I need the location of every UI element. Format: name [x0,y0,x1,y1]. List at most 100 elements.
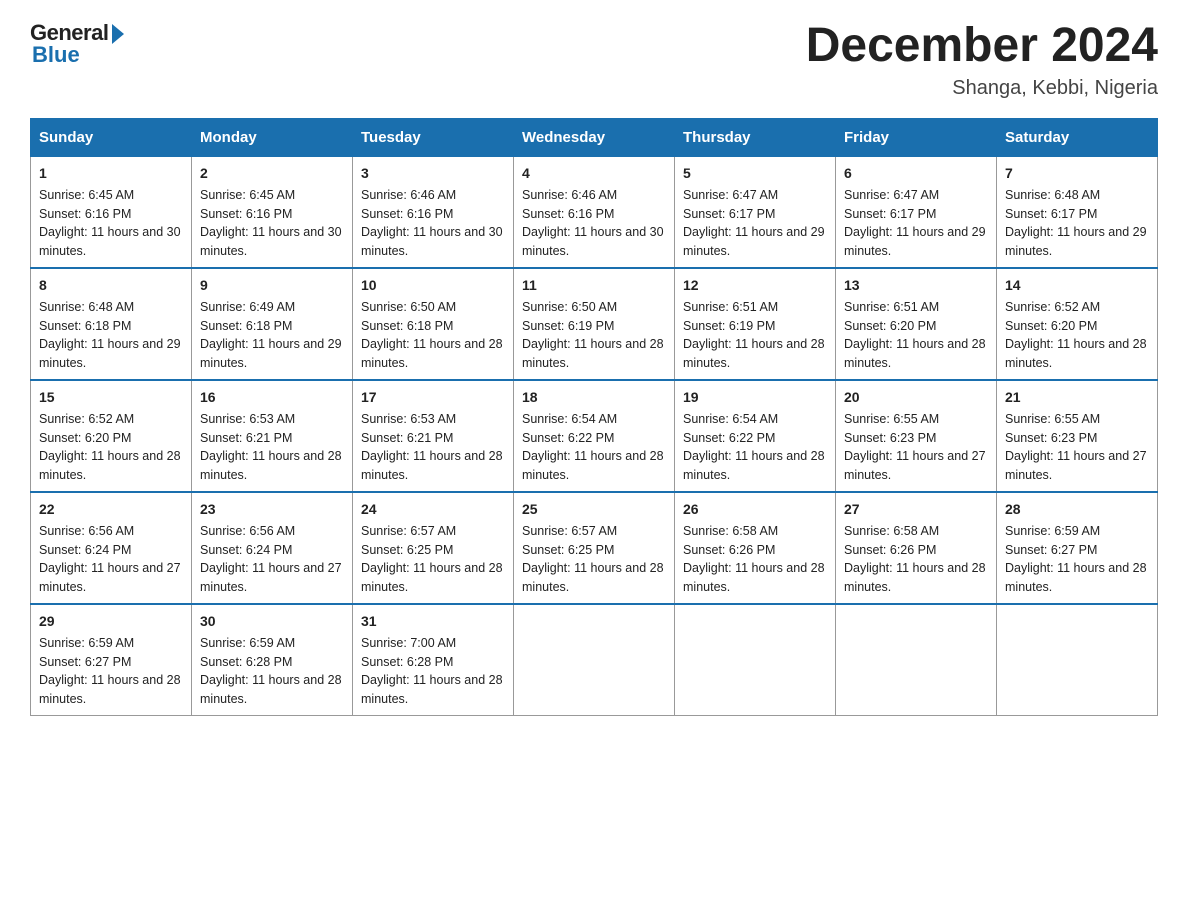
day-cell: 13 Sunrise: 6:51 AMSunset: 6:20 PMDaylig… [836,268,997,380]
day-info: Sunrise: 6:57 AMSunset: 6:25 PMDaylight:… [522,522,666,597]
day-info: Sunrise: 6:53 AMSunset: 6:21 PMDaylight:… [200,410,344,485]
day-info: Sunrise: 6:52 AMSunset: 6:20 PMDaylight:… [39,410,183,485]
day-cell: 7 Sunrise: 6:48 AMSunset: 6:17 PMDayligh… [997,156,1158,268]
logo-blue-text: Blue [32,42,80,68]
day-number: 24 [361,499,505,520]
weekday-header-monday: Monday [192,118,353,156]
week-row-2: 8 Sunrise: 6:48 AMSunset: 6:18 PMDayligh… [31,268,1158,380]
day-number: 16 [200,387,344,408]
day-cell: 18 Sunrise: 6:54 AMSunset: 6:22 PMDaylig… [514,380,675,492]
day-number: 7 [1005,163,1149,184]
day-cell [514,604,675,716]
day-number: 21 [1005,387,1149,408]
day-cell: 27 Sunrise: 6:58 AMSunset: 6:26 PMDaylig… [836,492,997,604]
day-info: Sunrise: 6:49 AMSunset: 6:18 PMDaylight:… [200,298,344,373]
day-cell: 4 Sunrise: 6:46 AMSunset: 6:16 PMDayligh… [514,156,675,268]
day-number: 22 [39,499,183,520]
day-info: Sunrise: 6:56 AMSunset: 6:24 PMDaylight:… [200,522,344,597]
day-info: Sunrise: 6:48 AMSunset: 6:18 PMDaylight:… [39,298,183,373]
weekday-header-saturday: Saturday [997,118,1158,156]
day-number: 23 [200,499,344,520]
weekday-header-tuesday: Tuesday [353,118,514,156]
day-cell: 19 Sunrise: 6:54 AMSunset: 6:22 PMDaylig… [675,380,836,492]
day-number: 1 [39,163,183,184]
day-number: 17 [361,387,505,408]
day-number: 13 [844,275,988,296]
week-row-1: 1 Sunrise: 6:45 AMSunset: 6:16 PMDayligh… [31,156,1158,268]
weekday-header-friday: Friday [836,118,997,156]
day-info: Sunrise: 6:54 AMSunset: 6:22 PMDaylight:… [522,410,666,485]
day-cell: 21 Sunrise: 6:55 AMSunset: 6:23 PMDaylig… [997,380,1158,492]
day-cell [997,604,1158,716]
day-cell [836,604,997,716]
day-cell: 15 Sunrise: 6:52 AMSunset: 6:20 PMDaylig… [31,380,192,492]
day-cell: 2 Sunrise: 6:45 AMSunset: 6:16 PMDayligh… [192,156,353,268]
day-number: 6 [844,163,988,184]
week-row-5: 29 Sunrise: 6:59 AMSunset: 6:27 PMDaylig… [31,604,1158,716]
title-block: December 2024 Shanga, Kebbi, Nigeria [806,20,1158,100]
day-info: Sunrise: 6:58 AMSunset: 6:26 PMDaylight:… [844,522,988,597]
logo-triangle-icon [112,24,124,44]
day-number: 26 [683,499,827,520]
day-info: Sunrise: 6:51 AMSunset: 6:20 PMDaylight:… [844,298,988,373]
day-number: 20 [844,387,988,408]
day-info: Sunrise: 6:56 AMSunset: 6:24 PMDaylight:… [39,522,183,597]
day-info: Sunrise: 6:50 AMSunset: 6:18 PMDaylight:… [361,298,505,373]
calendar-table: SundayMondayTuesdayWednesdayThursdayFrid… [30,118,1158,716]
day-info: Sunrise: 6:50 AMSunset: 6:19 PMDaylight:… [522,298,666,373]
day-cell: 6 Sunrise: 6:47 AMSunset: 6:17 PMDayligh… [836,156,997,268]
week-row-4: 22 Sunrise: 6:56 AMSunset: 6:24 PMDaylig… [31,492,1158,604]
day-cell: 8 Sunrise: 6:48 AMSunset: 6:18 PMDayligh… [31,268,192,380]
day-info: Sunrise: 6:54 AMSunset: 6:22 PMDaylight:… [683,410,827,485]
day-number: 4 [522,163,666,184]
day-info: Sunrise: 7:00 AMSunset: 6:28 PMDaylight:… [361,634,505,709]
day-cell: 26 Sunrise: 6:58 AMSunset: 6:26 PMDaylig… [675,492,836,604]
day-cell: 22 Sunrise: 6:56 AMSunset: 6:24 PMDaylig… [31,492,192,604]
weekday-header-wednesday: Wednesday [514,118,675,156]
day-cell: 10 Sunrise: 6:50 AMSunset: 6:18 PMDaylig… [353,268,514,380]
day-info: Sunrise: 6:58 AMSunset: 6:26 PMDaylight:… [683,522,827,597]
day-info: Sunrise: 6:55 AMSunset: 6:23 PMDaylight:… [1005,410,1149,485]
weekday-header-thursday: Thursday [675,118,836,156]
day-info: Sunrise: 6:47 AMSunset: 6:17 PMDaylight:… [683,186,827,261]
day-info: Sunrise: 6:51 AMSunset: 6:19 PMDaylight:… [683,298,827,373]
day-number: 5 [683,163,827,184]
day-cell: 1 Sunrise: 6:45 AMSunset: 6:16 PMDayligh… [31,156,192,268]
day-number: 27 [844,499,988,520]
day-cell: 30 Sunrise: 6:59 AMSunset: 6:28 PMDaylig… [192,604,353,716]
day-cell: 5 Sunrise: 6:47 AMSunset: 6:17 PMDayligh… [675,156,836,268]
day-number: 14 [1005,275,1149,296]
day-number: 30 [200,611,344,632]
day-info: Sunrise: 6:46 AMSunset: 6:16 PMDaylight:… [522,186,666,261]
day-cell: 24 Sunrise: 6:57 AMSunset: 6:25 PMDaylig… [353,492,514,604]
day-cell: 17 Sunrise: 6:53 AMSunset: 6:21 PMDaylig… [353,380,514,492]
weekday-header-sunday: Sunday [31,118,192,156]
day-cell: 16 Sunrise: 6:53 AMSunset: 6:21 PMDaylig… [192,380,353,492]
day-info: Sunrise: 6:55 AMSunset: 6:23 PMDaylight:… [844,410,988,485]
day-cell: 28 Sunrise: 6:59 AMSunset: 6:27 PMDaylig… [997,492,1158,604]
day-info: Sunrise: 6:48 AMSunset: 6:17 PMDaylight:… [1005,186,1149,261]
day-number: 9 [200,275,344,296]
day-info: Sunrise: 6:47 AMSunset: 6:17 PMDaylight:… [844,186,988,261]
day-cell: 20 Sunrise: 6:55 AMSunset: 6:23 PMDaylig… [836,380,997,492]
day-cell: 23 Sunrise: 6:56 AMSunset: 6:24 PMDaylig… [192,492,353,604]
day-cell [675,604,836,716]
day-number: 29 [39,611,183,632]
day-info: Sunrise: 6:59 AMSunset: 6:27 PMDaylight:… [39,634,183,709]
day-number: 28 [1005,499,1149,520]
day-info: Sunrise: 6:52 AMSunset: 6:20 PMDaylight:… [1005,298,1149,373]
day-cell: 31 Sunrise: 7:00 AMSunset: 6:28 PMDaylig… [353,604,514,716]
day-cell: 11 Sunrise: 6:50 AMSunset: 6:19 PMDaylig… [514,268,675,380]
day-number: 11 [522,275,666,296]
day-info: Sunrise: 6:57 AMSunset: 6:25 PMDaylight:… [361,522,505,597]
day-number: 12 [683,275,827,296]
location-title: Shanga, Kebbi, Nigeria [806,77,1158,100]
day-number: 15 [39,387,183,408]
page-header: General Blue December 2024 Shanga, Kebbi… [30,20,1158,100]
day-cell: 9 Sunrise: 6:49 AMSunset: 6:18 PMDayligh… [192,268,353,380]
day-info: Sunrise: 6:46 AMSunset: 6:16 PMDaylight:… [361,186,505,261]
day-info: Sunrise: 6:53 AMSunset: 6:21 PMDaylight:… [361,410,505,485]
day-info: Sunrise: 6:45 AMSunset: 6:16 PMDaylight:… [200,186,344,261]
week-row-3: 15 Sunrise: 6:52 AMSunset: 6:20 PMDaylig… [31,380,1158,492]
day-cell: 14 Sunrise: 6:52 AMSunset: 6:20 PMDaylig… [997,268,1158,380]
